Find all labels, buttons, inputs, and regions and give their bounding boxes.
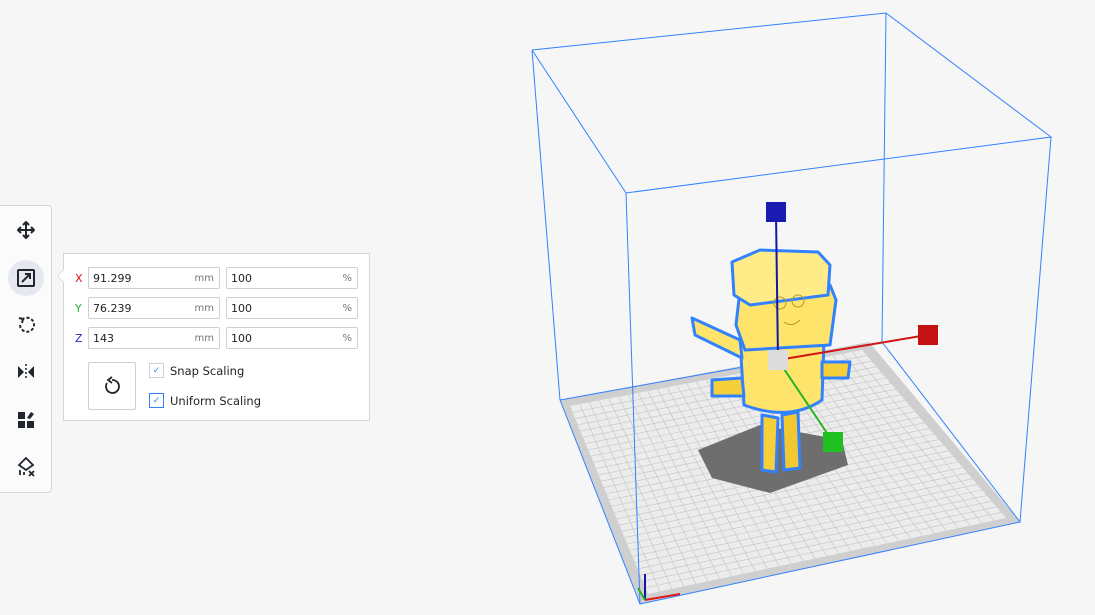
per-model-settings-icon (18, 412, 34, 428)
y-mm-input[interactable]: 76.239 mm (88, 297, 220, 319)
z-axis-label: Z (75, 332, 83, 345)
y-axis-label: Y (75, 302, 82, 315)
scale-panel: X 91.299 mm 100% Y 76.239 mm 100% Z 143 mm … (57, 253, 370, 421)
x-mm-input[interactable]: 91.299 mm (88, 267, 220, 289)
uniform-scaling-checkbox[interactable]: ✓ (149, 393, 164, 408)
snap-scaling-label[interactable]: Snap Scaling (170, 364, 244, 378)
y-scale-handle[interactable] (823, 432, 843, 452)
rotate-tool-button[interactable] (8, 307, 44, 343)
uniform-scale-handle[interactable] (768, 350, 788, 370)
x-axis-label: X (75, 272, 83, 285)
uniform-scaling-label[interactable]: Uniform Scaling (170, 394, 261, 408)
z-mm-input[interactable]: 143 mm (88, 327, 220, 349)
support-blocker-icon (17, 456, 35, 477)
check-icon: ✓ (152, 365, 161, 376)
x-scale-handle[interactable] (918, 325, 938, 345)
support-blocker-tool-button[interactable] (8, 449, 44, 485)
move-tool-button[interactable] (8, 212, 44, 248)
reset-icon (105, 376, 120, 394)
x-percent-input[interactable]: 100% (226, 267, 358, 289)
scale-tool-button[interactable] (8, 260, 44, 296)
scale-icon (17, 269, 35, 287)
mirror-icon (18, 364, 34, 380)
tool-sidebar (0, 205, 52, 493)
z-percent-input[interactable]: 100% (226, 327, 358, 349)
move-icon (17, 221, 35, 239)
check-icon: ✓ (152, 395, 161, 406)
rotate-icon (18, 316, 35, 333)
y-percent-input[interactable]: 100% (226, 297, 358, 319)
mirror-tool-button[interactable] (8, 354, 44, 390)
per-model-settings-tool-button[interactable] (8, 402, 44, 438)
reset-scale-button[interactable] (88, 362, 136, 410)
snap-scaling-checkbox[interactable]: ✓ (149, 363, 164, 378)
z-scale-handle[interactable] (766, 202, 786, 222)
